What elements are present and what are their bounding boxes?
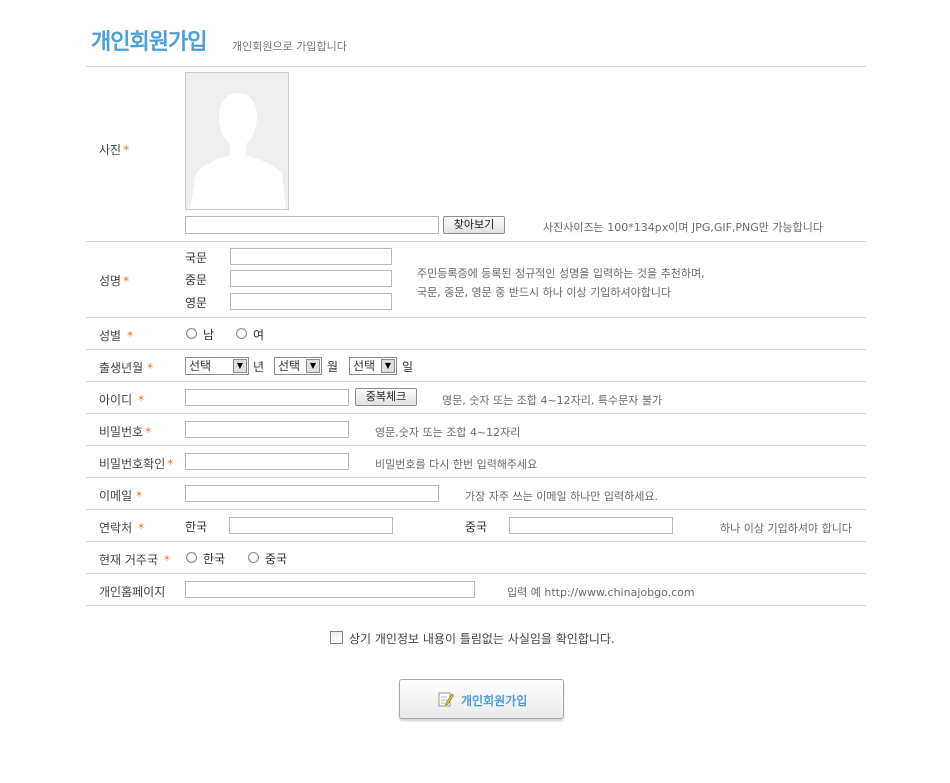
- page-title: 개인회원가입: [91, 30, 207, 55]
- gender-female-radio[interactable]: [236, 328, 247, 339]
- birth-label: 출생년월 *: [99, 361, 154, 375]
- password-row: 비밀번호 * 영문,숫자 또는 조합 4~12자리: [86, 414, 866, 446]
- gender-male-radio[interactable]: [186, 328, 197, 339]
- name-chinese-label: 중문: [185, 273, 208, 287]
- homepage-hint: 입력 예 http://www.chinajobgo.com: [507, 586, 695, 599]
- contact-row: 연락처 * 한국 중국 하나 이상 기입하셔야 합니다: [86, 510, 866, 542]
- chevron-down-icon: ▼: [306, 359, 320, 373]
- contact-china-label: 중국: [465, 520, 488, 534]
- residence-korea-label: 한국: [203, 552, 226, 566]
- contact-korea-input[interactable]: [229, 517, 393, 534]
- birth-month-unit: 월: [327, 360, 339, 374]
- password-confirm-hint: 비밀번호를 다시 한번 입력해주세요: [375, 458, 538, 471]
- password-label: 비밀번호 *: [99, 425, 152, 439]
- email-hint: 가장 자주 쓰는 이메일 하나만 입력하세요.: [465, 490, 659, 503]
- homepage-label: 개인홈페이지: [99, 585, 166, 599]
- agreement-text: 상기 개인정보 내용이 틀림없는 사실임을 확인합니다.: [349, 632, 615, 646]
- name-label: 성명 *: [99, 274, 130, 288]
- birth-year-unit: 년: [253, 360, 265, 374]
- residence-row: 현재 거주국 * 한국 중국: [86, 542, 866, 574]
- page-header: 개인회원가입 개인회원으로 가입합니다: [91, 24, 347, 56]
- gender-female-label: 여: [253, 328, 265, 342]
- chevron-down-icon: ▼: [381, 359, 395, 373]
- userid-input[interactable]: [185, 389, 349, 406]
- birth-day-unit: 일: [402, 360, 414, 374]
- password-hint: 영문,숫자 또는 조합 4~12자리: [375, 426, 521, 439]
- contact-label: 연락처 *: [99, 521, 145, 535]
- contact-hint: 하나 이상 기입하셔야 합니다: [720, 522, 852, 535]
- password-confirm-row: 비밀번호확인 * 비밀번호를 다시 한번 입력해주세요: [86, 446, 866, 478]
- agreement-checkbox[interactable]: [330, 631, 343, 644]
- name-hint-line1: 주민등록증에 등록된 정규적인 성명을 입력하는 것을 추천하며,: [417, 267, 705, 280]
- contact-korea-label: 한국: [185, 520, 208, 534]
- email-label: 이메일 *: [99, 489, 143, 503]
- photo-placeholder: [185, 72, 289, 210]
- browse-button[interactable]: 찾아보기: [443, 216, 505, 234]
- photo-row: 사진 * 찾아보기 사진사이즈는 100*134px이며 JPG,GIF,PNG만…: [86, 67, 866, 242]
- userid-label: 아이디 *: [99, 393, 145, 407]
- person-silhouette-icon: [190, 93, 286, 209]
- page-subtitle: 개인회원으로 가입합니다: [232, 40, 347, 53]
- pencil-note-icon: [438, 692, 454, 707]
- email-input[interactable]: [185, 485, 439, 502]
- name-english-label: 영문: [185, 296, 208, 310]
- name-english-input[interactable]: [230, 293, 392, 310]
- signup-submit-button[interactable]: 개인회원가입: [399, 679, 564, 719]
- name-row: 성명 * 국문 중문 영문 주민등록증에 등록된 정규적인 성명을 입력하는 것을…: [86, 242, 866, 318]
- homepage-row: 개인홈페이지 입력 예 http://www.chinajobgo.com: [86, 574, 866, 606]
- name-hint-line2: 국문, 중문, 영문 중 반드시 하나 이상 기입하셔야합니다: [417, 286, 672, 299]
- name-korean-label: 국문: [185, 251, 208, 265]
- email-row: 이메일 * 가장 자주 쓰는 이메일 하나만 입력하세요.: [86, 478, 866, 510]
- duplicate-check-button[interactable]: 중복체크: [355, 388, 417, 406]
- signup-form: 사진 * 찾아보기 사진사이즈는 100*134px이며 JPG,GIF,PNG만…: [86, 66, 866, 606]
- birth-month-select[interactable]: 선택 ▼: [274, 357, 322, 375]
- name-chinese-input[interactable]: [230, 270, 392, 287]
- gender-row: 성별 * 남 여: [86, 318, 866, 350]
- birth-year-select[interactable]: 선택 ▼: [185, 357, 249, 375]
- photo-label: 사진 *: [99, 143, 130, 157]
- contact-china-input[interactable]: [509, 517, 673, 534]
- residence-label: 현재 거주국 *: [99, 553, 171, 567]
- residence-china-radio[interactable]: [248, 552, 259, 563]
- chevron-down-icon: ▼: [233, 359, 247, 373]
- name-korean-input[interactable]: [230, 248, 392, 265]
- password-confirm-label: 비밀번호확인 *: [99, 457, 174, 471]
- gender-male-label: 남: [203, 328, 215, 342]
- photo-file-input[interactable]: [185, 216, 439, 234]
- birth-day-select[interactable]: 선택 ▼: [349, 357, 397, 375]
- photo-hint: 사진사이즈는 100*134px이며 JPG,GIF,PNG만 가능합니다: [543, 221, 824, 234]
- password-confirm-input[interactable]: [185, 453, 349, 470]
- signup-submit-label: 개인회원가입: [461, 694, 528, 708]
- residence-china-label: 중국: [265, 552, 288, 566]
- residence-korea-radio[interactable]: [186, 552, 197, 563]
- password-input[interactable]: [185, 421, 349, 438]
- userid-hint: 영문, 숫자 또는 조합 4~12자리, 특수문자 불가: [442, 394, 663, 407]
- homepage-input[interactable]: [185, 581, 475, 598]
- userid-row: 아이디 * 중복체크 영문, 숫자 또는 조합 4~12자리, 특수문자 불가: [86, 382, 866, 414]
- gender-label: 성별 *: [99, 329, 134, 343]
- birth-row: 출생년월 * 선택 ▼ 년 선택 ▼ 월 선택 ▼ 일: [86, 350, 866, 382]
